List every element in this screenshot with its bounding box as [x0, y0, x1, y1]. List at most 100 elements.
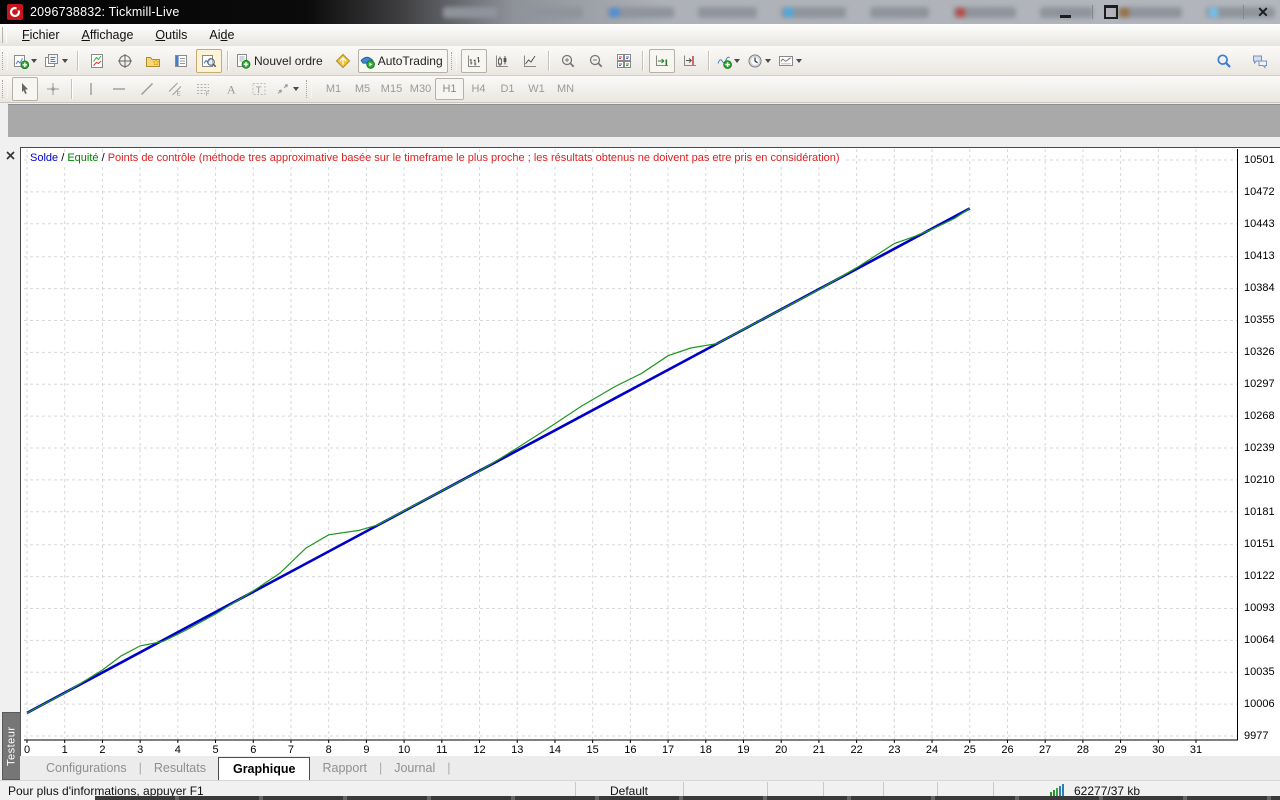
tester-magnifier-icon — [201, 53, 217, 69]
timeframe-w1[interactable]: W1 — [522, 78, 551, 100]
menu-item-fichier[interactable]: Fichier — [11, 28, 71, 42]
legend-segment: Points de contrôle (méthode tres approxi… — [108, 152, 840, 164]
crosshair-button[interactable] — [40, 77, 66, 101]
x-axis-label: 24 — [926, 744, 938, 756]
toolbar-separator — [708, 51, 710, 71]
chart-candles-button[interactable] — [489, 49, 515, 73]
trendline-button[interactable] — [134, 77, 160, 101]
toolbar-separator — [71, 79, 73, 99]
blurred-tab[interactable] — [443, 7, 498, 18]
chart-shift-button[interactable] — [677, 49, 703, 73]
legend-segment: / — [58, 152, 67, 164]
arrow-objects-button[interactable] — [274, 77, 303, 101]
tile-windows-button[interactable] — [611, 49, 637, 73]
toolbar-grip — [2, 80, 8, 98]
auto-scroll-button[interactable] — [649, 49, 675, 73]
autotrading-button[interactable]: AutoTrading — [358, 49, 448, 73]
fibonacci-button[interactable]: F — [190, 77, 216, 101]
profiles-icon — [44, 53, 60, 69]
toolbar-separator — [548, 51, 550, 71]
strategy-tester-button[interactable] — [196, 49, 222, 73]
metaeditor-button[interactable] — [330, 49, 356, 73]
close-button[interactable]: ✕ — [1250, 0, 1276, 24]
clock-icon — [747, 53, 763, 69]
periods-button[interactable] — [746, 49, 775, 73]
chart-workspace-empty — [8, 104, 1280, 137]
blurred-tab[interactable] — [781, 7, 846, 18]
timeframe-h4[interactable]: H4 — [464, 78, 493, 100]
status-cell-divider — [937, 782, 938, 797]
magnifier-plus-icon — [560, 53, 576, 69]
line-chart-icon — [522, 53, 538, 69]
market-watch-button[interactable] — [84, 49, 110, 73]
tester-side-tab[interactable]: Testeur — [2, 712, 21, 780]
tester-tab-resultats[interactable]: Resultats — [142, 757, 218, 780]
menu-item-aide[interactable]: Aide — [198, 28, 245, 42]
timeframe-m1[interactable]: M1 — [319, 78, 348, 100]
toolbar-separator — [642, 51, 644, 71]
magnifier-minus-icon — [588, 53, 604, 69]
chat-bubbles-icon — [1252, 53, 1268, 69]
x-axis-label: 25 — [964, 744, 976, 756]
application-window: 2096738832: Tickmill-Live ✕ FichierAffic… — [0, 0, 1280, 800]
tester-tab-rapport[interactable]: Rapport — [310, 757, 378, 780]
indicators-button[interactable] — [715, 49, 744, 73]
tester-tab-journal[interactable]: Journal — [382, 757, 447, 780]
templates-button[interactable] — [777, 49, 806, 73]
search-magnifier-icon — [1216, 53, 1232, 69]
x-axis-label: 30 — [1152, 744, 1164, 756]
blurred-tab[interactable] — [1117, 7, 1182, 18]
tester-close-button[interactable] — [4, 149, 17, 162]
zoom-in-button[interactable] — [555, 49, 581, 73]
x-axis-label: 8 — [326, 744, 332, 756]
navigator-button[interactable] — [140, 49, 166, 73]
timeframe-m5[interactable]: M5 — [348, 78, 377, 100]
horizontal-line-button[interactable] — [106, 77, 132, 101]
metaeditor-icon — [335, 53, 351, 69]
menu-item-outils[interactable]: Outils — [144, 28, 198, 42]
vertical-line-button[interactable] — [78, 77, 104, 101]
blurred-tab[interactable] — [953, 7, 1016, 18]
cursor-button[interactable] — [12, 77, 38, 101]
blurred-tab[interactable] — [870, 7, 929, 18]
timeframe-mn[interactable]: MN — [551, 78, 580, 100]
legend-segment: Equité — [67, 152, 98, 164]
text-label-button[interactable]: T — [246, 77, 272, 101]
channel-icon: E — [167, 81, 183, 97]
y-axis-label: 10326 — [1244, 345, 1278, 359]
new-chart-button[interactable] — [12, 49, 41, 73]
timeframe-m30[interactable]: M30 — [406, 78, 435, 100]
timeframe-d1[interactable]: D1 — [493, 78, 522, 100]
x-axis-label: 18 — [700, 744, 712, 756]
tester-tab-configurations[interactable]: Configurations — [34, 757, 139, 780]
text-button[interactable]: A — [218, 77, 244, 101]
blurred-tab[interactable] — [698, 7, 757, 18]
blurred-tab[interactable] — [522, 7, 583, 18]
tester-tab-graphique[interactable]: Graphique — [218, 757, 311, 780]
zoom-out-button[interactable] — [583, 49, 609, 73]
maximize-button[interactable] — [1098, 0, 1124, 24]
chart-line-button[interactable] — [517, 49, 543, 73]
blurred-tab[interactable] — [607, 7, 674, 18]
tester-chart-plot[interactable] — [24, 149, 1238, 747]
menu-grip — [2, 27, 7, 43]
chart-bars-button[interactable] — [461, 49, 487, 73]
x-axis-label: 31 — [1190, 744, 1202, 756]
profiles-button[interactable] — [43, 49, 72, 73]
minimize-button[interactable] — [1052, 0, 1078, 24]
y-axis-label: 10064 — [1244, 633, 1278, 647]
terminal-button[interactable] — [168, 49, 194, 73]
x-axis-label: 13 — [511, 744, 523, 756]
menu-item-affichage[interactable]: Affichage — [71, 28, 145, 42]
legend-segment: / — [99, 152, 108, 164]
timeframe-m15[interactable]: M15 — [377, 78, 406, 100]
chat-button[interactable] — [1247, 49, 1273, 73]
equidistant-channel-button[interactable]: E — [162, 77, 188, 101]
toolbar-grip — [2, 52, 8, 70]
new-order-button[interactable]: Nouvel ordre — [234, 49, 328, 73]
search-button[interactable] — [1211, 49, 1237, 73]
y-axis-label: 10413 — [1244, 249, 1278, 263]
data-window-button[interactable] — [112, 49, 138, 73]
arrows-icon — [275, 81, 291, 97]
timeframe-h1[interactable]: H1 — [435, 78, 464, 100]
